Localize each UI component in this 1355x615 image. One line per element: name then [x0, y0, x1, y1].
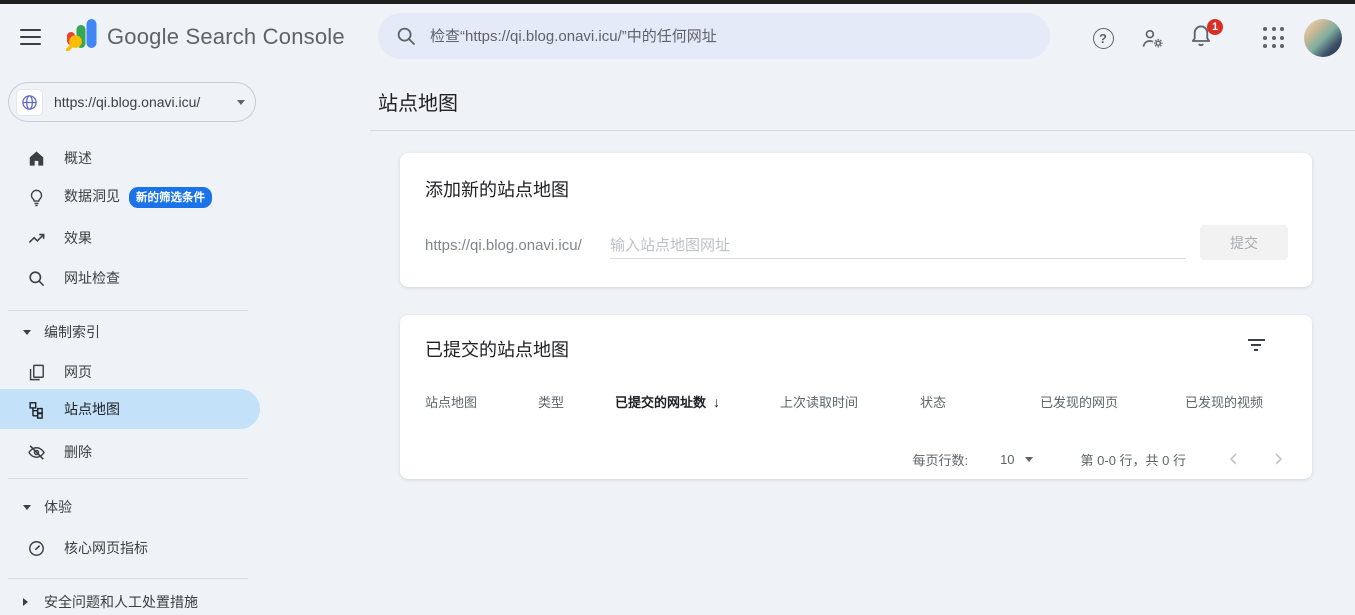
next-page-button[interactable]: [1266, 447, 1290, 471]
section-security[interactable]: 安全问题和人工处置措施: [0, 590, 260, 614]
title-divider: [370, 130, 1355, 131]
sidebar-item-pages[interactable]: 网页: [0, 352, 260, 392]
search-input[interactable]: [430, 28, 1032, 45]
sidebar-item-sitemaps[interactable]: 站点地图: [0, 389, 260, 429]
avatar[interactable]: [1304, 19, 1342, 57]
table-header-row: 站点地图 类型 已提交的网址数↓ 上次读取时间 状态 已发现的网页 已发现的视频: [400, 392, 1312, 408]
user-gear-icon: [1140, 26, 1165, 51]
collapse-triangle-icon: [23, 330, 31, 335]
search-icon: [396, 26, 416, 46]
pages-icon: [26, 362, 46, 382]
col-type[interactable]: 类型: [538, 392, 564, 411]
rows-per-page-label: 每页行数:: [912, 450, 968, 469]
filter-icon[interactable]: [1244, 335, 1268, 355]
section-indexing[interactable]: 编制索引: [0, 320, 260, 344]
home-icon: [26, 148, 46, 168]
menu-icon[interactable]: [20, 27, 44, 47]
sidebar-item-overview[interactable]: 概述: [0, 138, 260, 178]
sidebar: https://qi.blog.onavi.icu/ 概述 数据洞见新的筛选条件…: [0, 68, 262, 615]
add-sitemap-title: 添加新的站点地图: [425, 176, 569, 202]
trending-up-icon: [26, 228, 46, 248]
add-sitemap-card: 添加新的站点地图 https://qi.blog.onavi.icu/ 提交: [400, 153, 1312, 287]
col-discovered-videos[interactable]: 已发现的视频: [1185, 392, 1263, 411]
chevron-right-icon: [1269, 450, 1287, 468]
notifications-button[interactable]: 1: [1188, 23, 1218, 53]
sidebar-divider: [8, 478, 248, 479]
property-url: https://qi.blog.onavi.icu/: [54, 94, 237, 110]
pagination-range: 第 0-0 行，共 0 行: [1081, 450, 1186, 469]
col-sitemap[interactable]: 站点地图: [425, 392, 477, 411]
sitemap-icon: [26, 399, 46, 419]
submitted-sitemaps-card: 已提交的站点地图 站点地图 类型 已提交的网址数↓ 上次读取时间 状态 已发现的…: [400, 315, 1312, 479]
rows-per-page-value[interactable]: 10: [1000, 452, 1014, 467]
submitted-sitemaps-title: 已提交的站点地图: [425, 336, 569, 362]
eye-off-icon: [26, 442, 46, 462]
help-icon: ?: [1093, 28, 1114, 49]
col-submitted-urls[interactable]: 已提交的网址数↓: [615, 392, 720, 411]
previous-page-button[interactable]: [1222, 447, 1246, 471]
user-settings-button[interactable]: [1139, 25, 1165, 51]
collapse-triangle-icon: [23, 505, 31, 510]
app-logo[interactable]: Google Search Console: [66, 18, 345, 56]
sidebar-item-url-inspection[interactable]: 网址检查: [0, 258, 260, 298]
help-button[interactable]: ?: [1090, 25, 1116, 51]
property-type-icon: [16, 89, 43, 116]
sidebar-item-removals[interactable]: 删除: [0, 432, 260, 472]
apps-grid-button[interactable]: [1263, 27, 1284, 48]
page-title: 站点地图: [378, 87, 458, 116]
chevron-down-icon: [237, 100, 245, 105]
notification-count-badge: 1: [1207, 19, 1223, 35]
property-selector[interactable]: https://qi.blog.onavi.icu/: [8, 82, 256, 122]
sidebar-divider: [8, 310, 248, 311]
expand-triangle-icon: [23, 598, 28, 606]
sidebar-item-core-web-vitals[interactable]: 核心网页指标: [0, 528, 260, 568]
new-filter-badge: 新的筛选条件: [129, 187, 212, 208]
col-status[interactable]: 状态: [920, 392, 946, 411]
lightbulb-icon: [26, 187, 46, 207]
product-name: Google Search Console: [107, 24, 345, 50]
main-content: 站点地图 添加新的站点地图 https://qi.blog.onavi.icu/…: [262, 68, 1355, 615]
chevron-left-icon: [1225, 450, 1243, 468]
gauge-icon: [26, 538, 46, 558]
globe-icon: [21, 94, 38, 111]
section-experience[interactable]: 体验: [0, 495, 260, 519]
sidebar-item-performance[interactable]: 效果: [0, 218, 260, 258]
rows-per-page-caret-icon[interactable]: [1025, 457, 1033, 462]
sidebar-item-insights[interactable]: 数据洞见新的筛选条件: [0, 177, 260, 217]
magnifier-icon: [26, 268, 46, 288]
pagination: 每页行数: 10 第 0-0 行，共 0 行: [912, 447, 1290, 471]
top-app-bar: Google Search Console ? 1: [0, 4, 1355, 68]
url-inspection-search-bar[interactable]: [378, 13, 1050, 59]
search-console-logo-icon: [66, 18, 97, 56]
col-discovered-pages[interactable]: 已发现的网页: [1040, 392, 1118, 411]
sidebar-divider: [8, 578, 248, 579]
sort-desc-icon: ↓: [713, 394, 720, 410]
sitemap-url-prefix: https://qi.blog.onavi.icu/: [425, 237, 582, 254]
submit-button[interactable]: 提交: [1200, 225, 1288, 260]
col-last-read[interactable]: 上次读取时间: [780, 392, 858, 411]
sitemap-url-input[interactable]: [610, 233, 1186, 259]
